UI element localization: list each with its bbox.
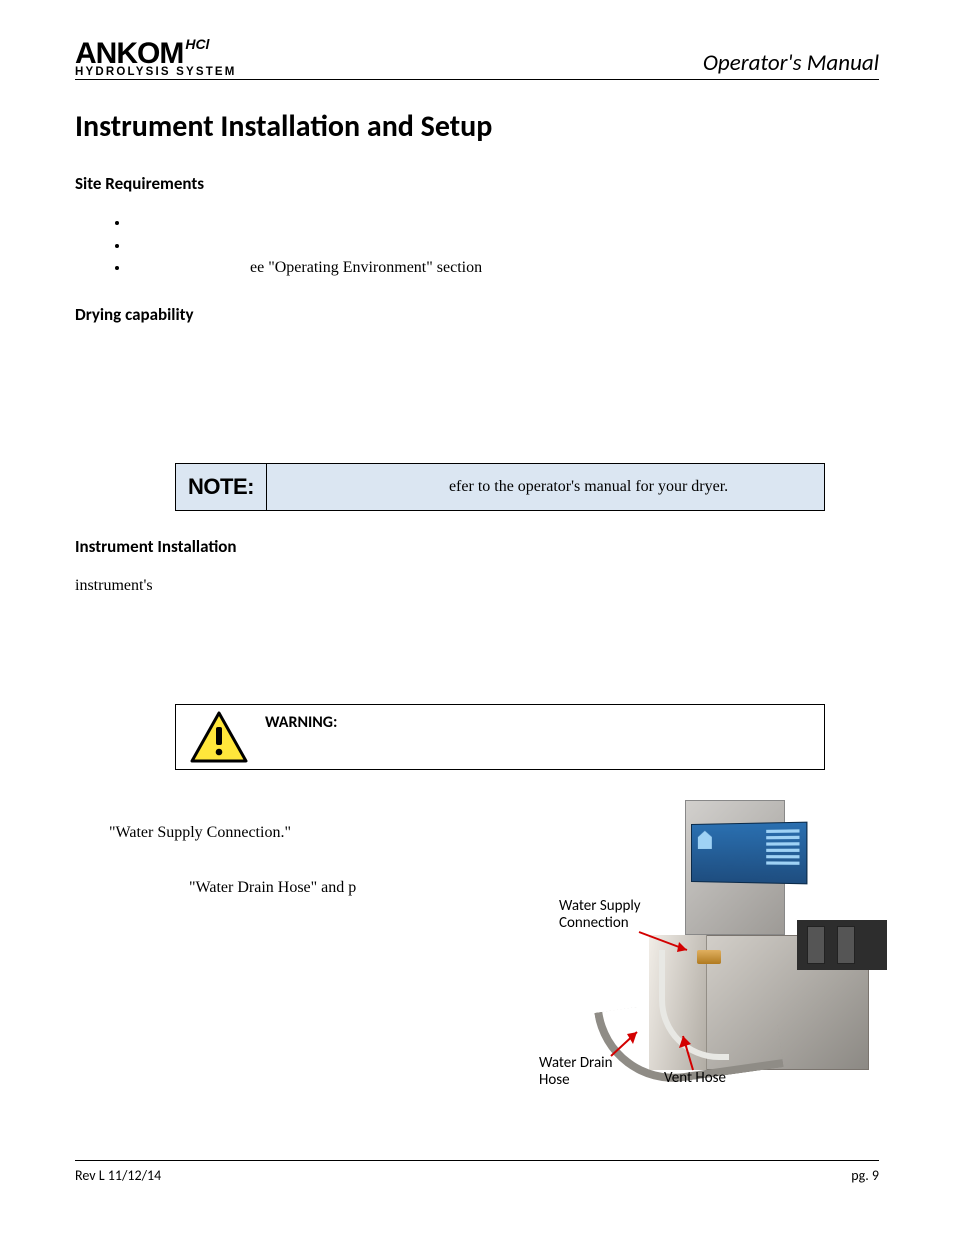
label-vent-hose: Vent Hose <box>664 1070 726 1087</box>
drying-paragraph <box>75 343 879 433</box>
section-title: Instrument Installation and Setup <box>75 108 879 145</box>
steps-list: xxxxx "Water Supply Connection." xxxxxxx… <box>75 800 519 975</box>
page-header: ANKOMHCl HYDROLYSIS SYSTEM Operator's Ma… <box>75 40 879 80</box>
logo-superscript: HCl <box>185 36 209 52</box>
step-item: xxxxx "Water Supply Connection." <box>75 800 519 843</box>
install-heading: Instrument Installation <box>75 536 879 557</box>
label-water-drain: Water Drain Hose <box>539 1055 612 1090</box>
site-requirements-heading: Site Requirements <box>75 173 879 194</box>
drying-heading: Drying capability <box>75 304 879 325</box>
warning-icon-cell <box>176 705 261 769</box>
arrow-vent <box>679 1032 709 1072</box>
steps-column: xxxxx "Water Supply Connection." xxxxxxx… <box>75 800 519 987</box>
page-footer: Rev L 11/12/14 pg. 9 <box>75 1160 879 1184</box>
brand-logo: ANKOMHCl HYDROLYSIS SYSTEM <box>75 40 237 77</box>
arrow-drain <box>611 1028 651 1058</box>
warning-body <box>349 705 824 769</box>
list-item <box>130 212 879 234</box>
step-item: xxxx <box>75 932 519 975</box>
label-water-supply: Water Supply Connection <box>559 898 641 933</box>
warning-triangle-icon <box>190 711 248 763</box>
footer-page-number: pg. 9 <box>851 1167 879 1184</box>
site-requirements-list: xxxxxxxxxxxxxxxee "Operating Environment… <box>75 212 879 279</box>
note-box: NOTE: xxxxxxxxxxxxxxxxxxxxxefer to the o… <box>175 463 825 511</box>
warning-label: WARNING: <box>261 705 349 769</box>
list-item <box>130 235 879 257</box>
logo-wordmark: ANKOM <box>75 40 183 67</box>
list-item: xxxxxxxxxxxxxxxee "Operating Environment… <box>130 257 879 279</box>
document-title: Operator's Manual <box>703 49 879 77</box>
instrument-figure: Water Supply Connection Water Drain Hose… <box>539 800 879 1120</box>
warning-box: WARNING: <box>175 704 825 770</box>
footer-revision: Rev L 11/12/14 <box>75 1167 161 1184</box>
note-label: NOTE: <box>176 464 267 510</box>
document-page: ANKOMHCl HYDROLYSIS SYSTEM Operator's Ma… <box>0 0 954 1214</box>
install-intro: instrument's <box>75 575 879 597</box>
arrow-supply <box>639 932 699 962</box>
installation-steps-block: xxxxx "Water Supply Connection." xxxxxxx… <box>75 800 879 1120</box>
note-body: xxxxxxxxxxxxxxxxxxxxxefer to the operato… <box>267 464 824 510</box>
step-item: xxxxxxxxxxxx xxxxxxxxxx"Water Drain Hose… <box>75 855 519 920</box>
